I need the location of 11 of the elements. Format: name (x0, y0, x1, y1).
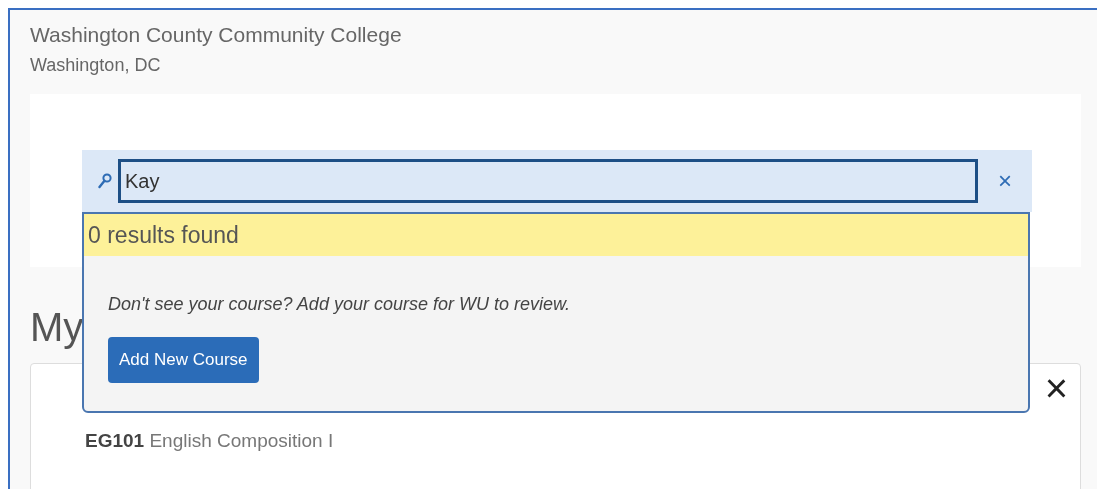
college-location: Washington, DC (30, 54, 162, 77)
college-name: Washington County Community College (30, 22, 403, 48)
results-summary: 0 results found (84, 214, 1028, 256)
add-course-hint: Don't see your course? Add your course for WU to review. (108, 294, 571, 315)
course-entry: EG101 English Composition I (85, 430, 335, 452)
clear-search-button[interactable]: × (992, 169, 1018, 193)
close-button[interactable]: × (1044, 368, 1068, 408)
search-icon (98, 173, 112, 189)
search-field[interactable]: Kay (118, 159, 978, 203)
add-new-course-button[interactable]: Add New Course (108, 337, 259, 383)
section-heading: My (30, 304, 84, 351)
